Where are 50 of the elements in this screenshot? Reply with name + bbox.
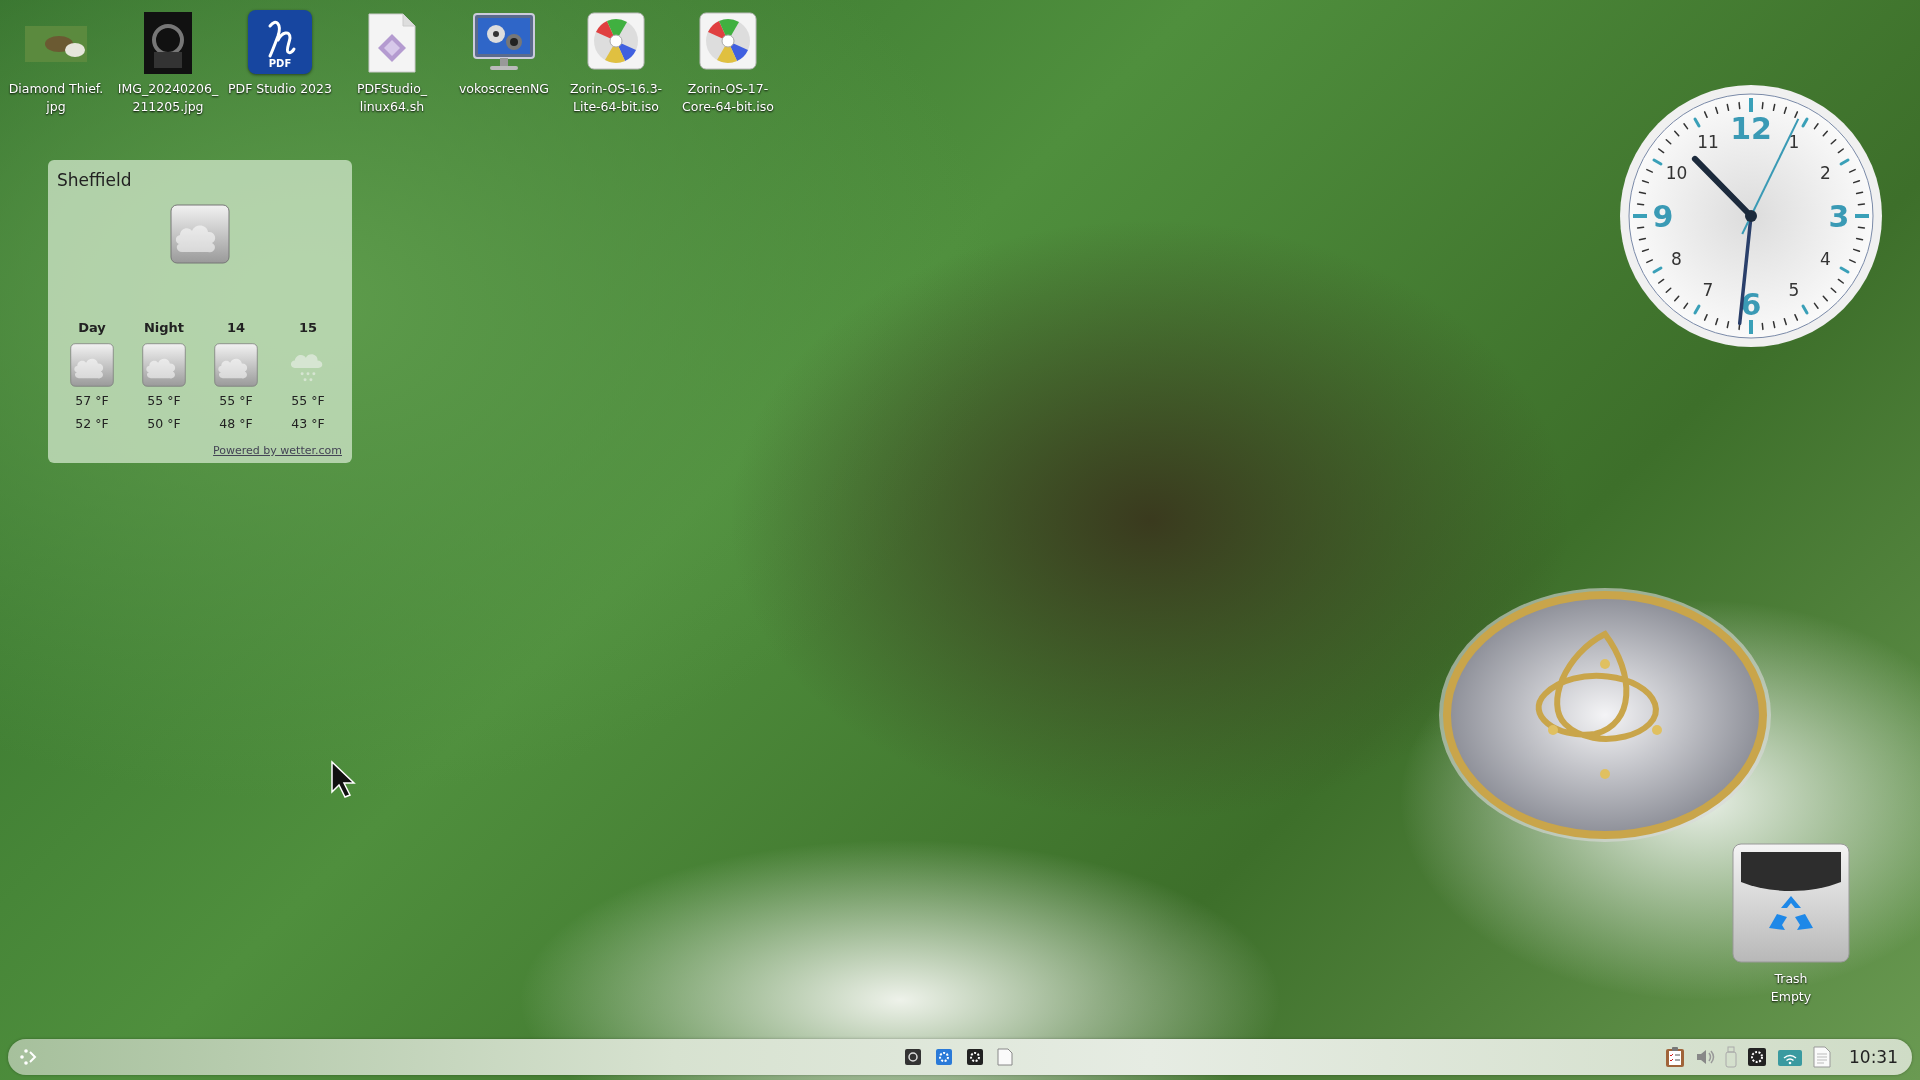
clock-numeral: 11 [1697,131,1719,152]
cloudy-icon [170,204,230,264]
pdf-app-icon[interactable]: PDF [248,10,312,74]
clock-numeral: 7 [1702,280,1714,301]
wifi-icon[interactable] [1777,1047,1803,1067]
icon-label[interactable]: Zorin-OS-16.3- Lite-64-bit.iso [569,80,663,116]
forecast-period: 14 [226,320,246,337]
low-temperature: 48 °F [219,416,253,433]
icon-label[interactable]: Diamond Thief. jpg [8,80,104,116]
cloudy-icon [142,343,186,387]
icon-label[interactable]: Zorin-OS-17- Core-64-bit.iso [682,80,774,116]
forecast-period: Night [143,320,185,337]
trash-label: Trash Empty [1770,970,1812,1006]
clock-numeral: 4 [1820,249,1831,269]
clock-numeral: 1 [1788,131,1800,152]
camera-icon[interactable] [903,1048,922,1066]
icon-label[interactable]: IMG_20240206_ 211205.jpg [117,80,219,116]
cloudy-icon [70,343,114,387]
high-temperature: 55 °F [291,393,325,410]
clock-numeral: 2 [1820,163,1831,183]
clock-numeral: 8 [1671,249,1682,269]
low-temperature: 50 °F [147,416,181,433]
icon-label[interactable]: PDF Studio 2023 [228,80,332,98]
clock-numeral: 9 [1652,198,1674,234]
script-file-icon[interactable] [367,12,417,74]
clock-numeral: 3 [1828,198,1850,234]
low-temperature: 52 °F [75,416,109,433]
icon-label[interactable]: vokoscreenNG [458,80,550,98]
volume-icon[interactable] [1695,1048,1715,1066]
photo-thumbnail[interactable] [25,26,87,62]
credit-link[interactable]: Powered by wetter.com [213,444,344,457]
forecast-period: 15 [298,320,318,337]
forecast-period: Day [78,320,106,337]
mouse-pointer-icon [330,760,356,798]
high-temperature: 57 °F [75,393,109,410]
clipboard-icon[interactable] [1665,1046,1685,1068]
cloudy-icon [214,343,258,387]
icon-label[interactable]: PDFStudio_ linux64.sh [356,80,428,116]
pdf-label: PDF [267,58,293,69]
clock-time[interactable]: 10:31 [1849,1047,1898,1067]
low-temperature: 43 °F [291,416,325,433]
clock-numeral: 6 [1740,286,1762,322]
clock-numeral: 12 [1730,110,1772,146]
high-temperature: 55 °F [147,393,181,410]
clock-numeral: 10 [1665,163,1688,183]
recycle-bin-icon[interactable] [1731,842,1851,964]
city-name: Sheffield [56,170,133,190]
clock-numeral: 5 [1788,280,1800,301]
photo-thumbnail[interactable] [144,12,192,74]
high-temperature: 55 °F [219,393,253,410]
